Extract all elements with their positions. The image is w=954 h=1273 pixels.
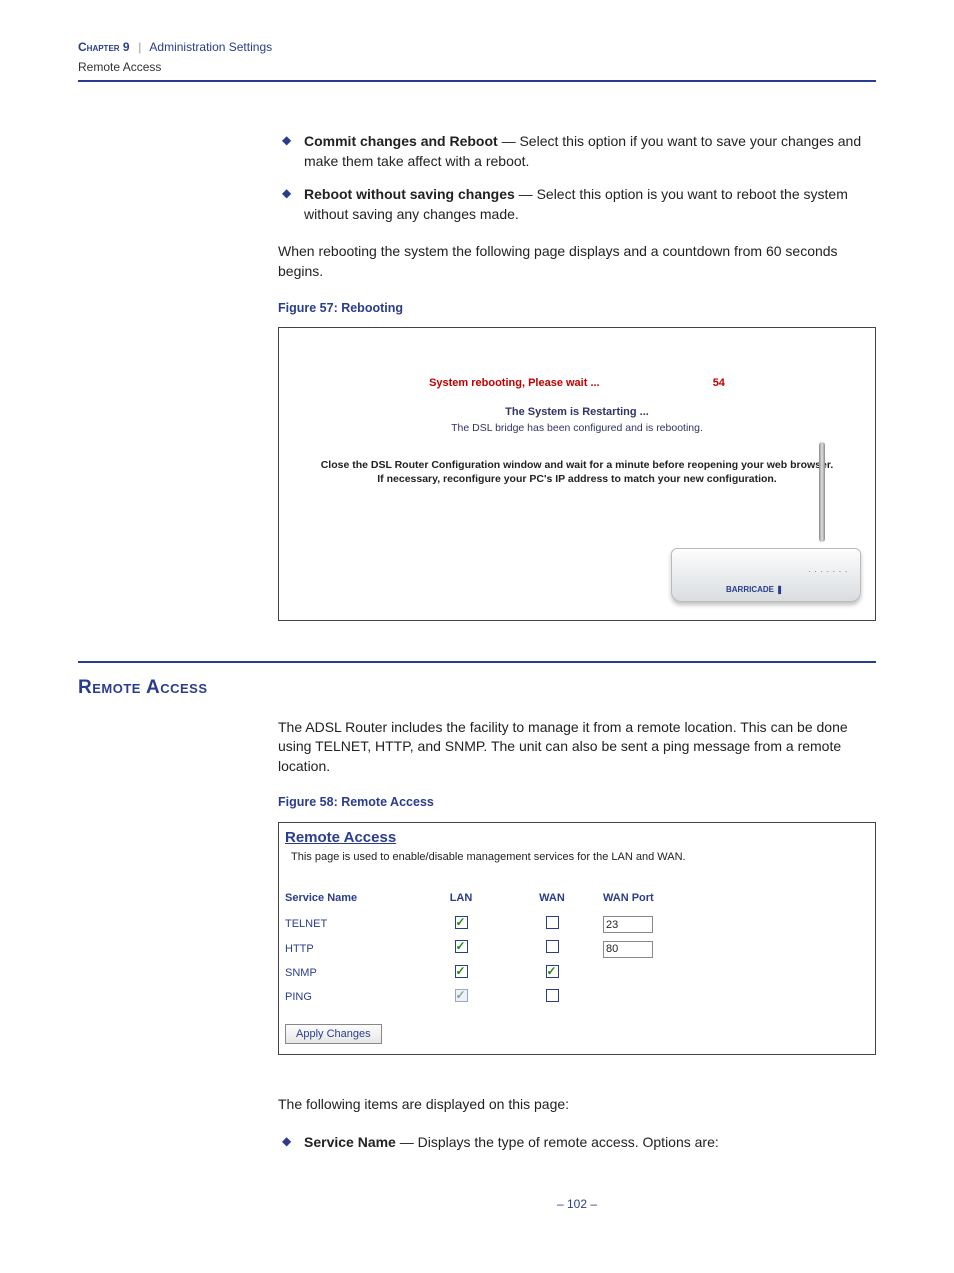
section-heading: Remote Access [78, 675, 876, 702]
wan-port-input[interactable] [603, 916, 653, 933]
figure-57-caption: Figure 57: Rebooting [278, 300, 876, 318]
items-intro: The following items are displayed on thi… [278, 1095, 876, 1115]
section-rule [78, 661, 876, 663]
wan-port-input[interactable] [603, 941, 653, 958]
remote-access-intro: The ADSL Router includes the facility to… [278, 718, 876, 777]
wan-checkbox[interactable] [546, 940, 559, 953]
header-separator: | [135, 40, 145, 54]
wan-cell [517, 913, 603, 937]
figure-57-box: System rebooting, Please wait ... 54 The… [278, 327, 876, 621]
remote-access-desc: This page is used to enable/disable mana… [279, 848, 875, 883]
item-service-name: Service Name — Displays the type of remo… [278, 1133, 876, 1153]
reboot-bridge-text: The DSL bridge has been configured and i… [279, 421, 875, 436]
router-body: · · · · · · · BARRICADE ❚ [671, 548, 861, 602]
header-rule [78, 80, 876, 82]
item-text: — Displays the type of remote access. Op… [396, 1134, 719, 1150]
table-row: PING [285, 986, 670, 1010]
col-service: Service Name [285, 887, 421, 912]
service-name-cell: SNMP [285, 962, 421, 986]
service-name-cell: TELNET [285, 913, 421, 937]
items-list: Service Name — Displays the type of remo… [278, 1133, 876, 1153]
reboot-title: System rebooting, Please wait ... [429, 376, 600, 391]
option-label: Commit changes and Reboot [304, 133, 498, 149]
remote-access-table: Service Name LAN WAN WAN Port TELNETHTTP… [285, 887, 670, 1010]
router-antenna [819, 442, 825, 542]
option-label: Reboot without saving changes [304, 186, 515, 202]
reboot-instr-line2: If necessary, reconfigure your PC's IP a… [309, 472, 845, 487]
figure-58-box: Remote Access This page is used to enabl… [278, 822, 876, 1055]
reboot-intro: When rebooting the system the following … [278, 242, 876, 281]
router-image: · · · · · · · BARRICADE ❚ [671, 492, 861, 602]
chapter-label: Chapter 9 [78, 40, 130, 54]
header-title: Administration Settings [149, 40, 272, 54]
wan-cell [517, 937, 603, 961]
reboot-countdown: 54 [713, 377, 725, 389]
page-header: Chapter 9 | Administration Settings [78, 40, 876, 58]
lan-cell [421, 962, 517, 986]
col-wan: WAN [517, 887, 603, 912]
lan-checkbox[interactable] [455, 940, 468, 953]
service-name-cell: HTTP [285, 937, 421, 961]
table-row: SNMP [285, 962, 670, 986]
remote-access-title: Remote Access [279, 823, 875, 848]
option-reboot-no-save: Reboot without saving changes — Select t… [278, 185, 876, 224]
wan-cell [517, 962, 603, 986]
wan-checkbox[interactable] [546, 916, 559, 929]
wan-port-cell [603, 913, 670, 937]
reboot-restart-text: The System is Restarting ... [279, 405, 875, 420]
wan-checkbox[interactable] [546, 965, 559, 978]
header-subtitle: Remote Access [78, 60, 876, 74]
table-row: HTTP [285, 937, 670, 961]
wan-port-cell [603, 937, 670, 961]
option-commit-reboot: Commit changes and Reboot — Select this … [278, 132, 876, 171]
lan-cell [421, 986, 517, 1010]
lan-checkbox[interactable] [455, 965, 468, 978]
lan-cell [421, 913, 517, 937]
page-number: – 102 – [278, 1196, 876, 1213]
col-lan: LAN [421, 887, 517, 912]
wan-port-cell [603, 986, 670, 1010]
col-wan-port: WAN Port [603, 887, 670, 912]
router-leds: · · · · · · · [808, 566, 848, 577]
lan-cell [421, 937, 517, 961]
table-row: TELNET [285, 913, 670, 937]
lan-checkbox [455, 989, 468, 1002]
reboot-instructions: Close the DSL Router Configuration windo… [279, 458, 875, 487]
router-brand: BARRICADE ❚ [726, 584, 783, 595]
lan-checkbox[interactable] [455, 916, 468, 929]
figure-58-caption: Figure 58: Remote Access [278, 794, 876, 812]
apply-changes-button[interactable]: Apply Changes [285, 1024, 382, 1044]
options-list: Commit changes and Reboot — Select this … [278, 132, 876, 224]
wan-cell [517, 986, 603, 1010]
wan-checkbox[interactable] [546, 989, 559, 1002]
service-name-cell: PING [285, 986, 421, 1010]
wan-port-cell [603, 962, 670, 986]
item-label: Service Name [304, 1134, 396, 1150]
reboot-instr-line1: Close the DSL Router Configuration windo… [309, 458, 845, 473]
